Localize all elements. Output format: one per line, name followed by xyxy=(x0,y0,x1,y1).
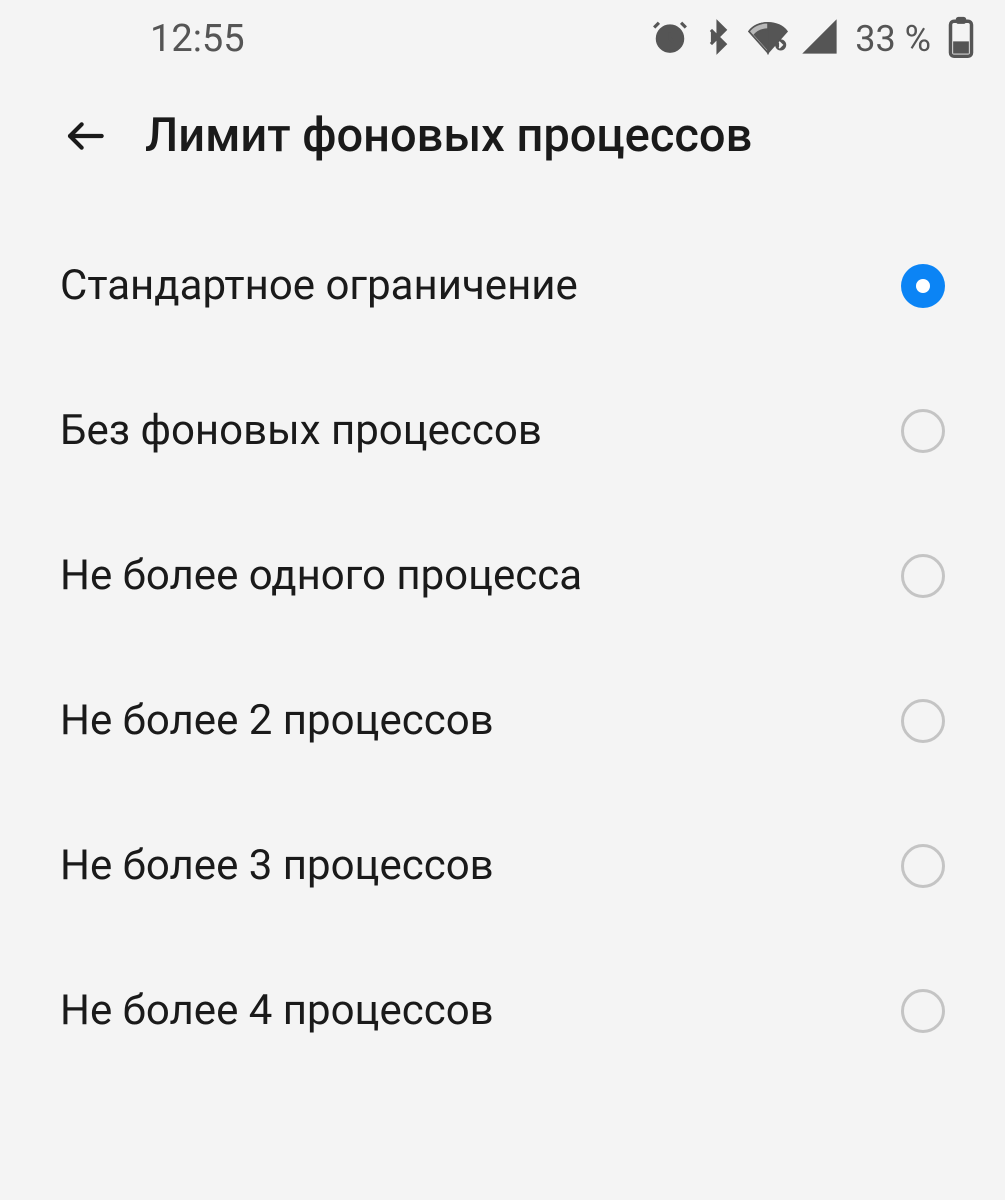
option-label: Стандартное ограничение xyxy=(60,261,578,310)
status-bar: 12:55 xyxy=(0,0,1005,78)
option-label: Без фоновых процессов xyxy=(60,406,542,455)
battery-icon xyxy=(947,16,975,62)
cellular-icon xyxy=(801,18,839,60)
radio-icon xyxy=(901,699,945,743)
alarm-icon xyxy=(651,18,689,60)
back-button[interactable] xyxy=(60,111,110,161)
options-list: Стандартное ограничение Без фоновых проц… xyxy=(0,213,1005,1083)
bluetooth-icon xyxy=(701,18,735,60)
page-title: Лимит фоновых процессов xyxy=(145,108,752,163)
option-label: Не более одного процесса xyxy=(60,551,582,600)
option-max-2[interactable]: Не более 2 процессов xyxy=(60,648,945,793)
radio-icon xyxy=(901,554,945,598)
option-no-background[interactable]: Без фоновых процессов xyxy=(60,358,945,503)
header: Лимит фоновых процессов xyxy=(0,78,1005,213)
wifi-icon xyxy=(747,18,789,60)
option-label: Не более 4 процессов xyxy=(60,986,494,1035)
radio-icon xyxy=(901,409,945,453)
option-max-1[interactable]: Не более одного процесса xyxy=(60,503,945,648)
option-label: Не более 2 процессов xyxy=(60,696,494,745)
status-time: 12:55 xyxy=(150,17,245,61)
radio-icon xyxy=(901,844,945,888)
option-label: Не более 3 процессов xyxy=(60,841,494,890)
option-max-3[interactable]: Не более 3 процессов xyxy=(60,793,945,938)
option-max-4[interactable]: Не более 4 процессов xyxy=(60,938,945,1083)
status-icons: 33 % xyxy=(651,16,975,62)
option-standard-limit[interactable]: Стандартное ограничение xyxy=(60,213,945,358)
radio-icon xyxy=(901,989,945,1033)
radio-icon xyxy=(901,264,945,308)
battery-percent: 33 % xyxy=(855,18,931,60)
